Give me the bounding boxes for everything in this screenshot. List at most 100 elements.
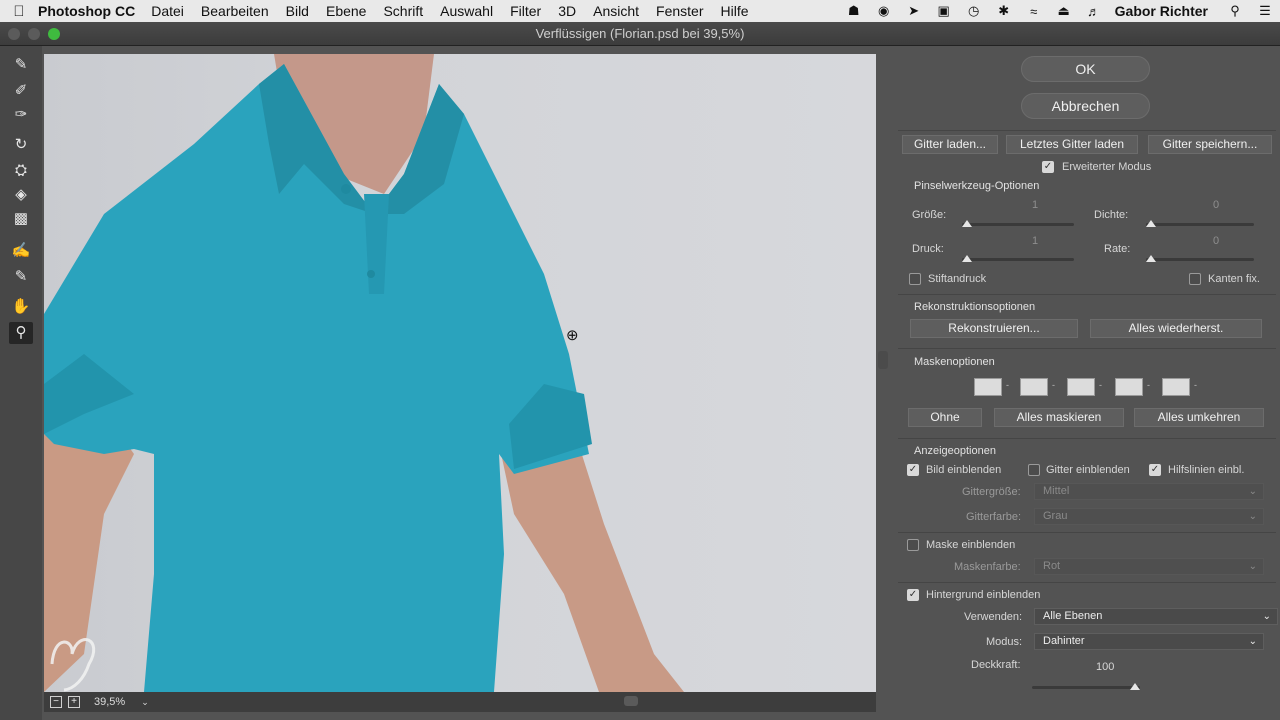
menu-filter[interactable]: Filter	[510, 3, 541, 19]
opacity-slider[interactable]	[1032, 686, 1140, 689]
density-value[interactable]: 0	[1196, 199, 1236, 211]
reconstruct-tool-icon[interactable]: ✐	[9, 80, 33, 102]
pucker-tool-icon[interactable]: ⛭	[9, 160, 33, 182]
restore-all-button[interactable]: Alles wiederherst.	[1090, 319, 1262, 338]
mask-intersect-dropdown-icon[interactable]: -	[1147, 380, 1150, 390]
vertical-scrollbar-thumb[interactable]	[878, 351, 888, 369]
rate-value[interactable]: 0	[1196, 235, 1236, 247]
invert-all-button[interactable]: Alles umkehren	[1134, 408, 1264, 427]
display-icon[interactable]: ▣	[929, 3, 959, 19]
apple-menu-icon[interactable]: 	[0, 3, 38, 20]
mask-color-value: Rot	[1043, 560, 1061, 572]
mask-subtract-dropdown-icon[interactable]: -	[1099, 380, 1102, 390]
advanced-mode-checkbox[interactable]: ✓	[1042, 161, 1054, 173]
density-slider[interactable]	[1146, 223, 1254, 226]
load-mesh-button[interactable]: Gitter laden...	[902, 135, 998, 154]
rate-slider-thumb[interactable]	[1146, 255, 1156, 262]
app-menu[interactable]: Photoshop CC	[38, 3, 135, 19]
opacity-slider-thumb[interactable]	[1130, 683, 1140, 690]
time-machine-icon[interactable]: ◷	[959, 3, 989, 19]
menu-bearbeiten[interactable]: Bearbeiten	[201, 3, 269, 19]
zoom-dropdown-icon[interactable]: ⌄	[141, 697, 149, 708]
zoom-tool-icon[interactable]: ⚲	[9, 322, 33, 344]
show-mask-checkbox[interactable]	[907, 539, 919, 551]
mode-select[interactable]: Dahinter ⌄	[1034, 633, 1264, 650]
menu-bild[interactable]: Bild	[286, 3, 309, 19]
opacity-label: Deckkraft:	[971, 659, 1021, 671]
push-left-tool-icon[interactable]: ▩	[9, 208, 33, 230]
pressure-value[interactable]: 1	[1015, 235, 1055, 247]
zoom-level[interactable]: 39,5%	[94, 696, 125, 708]
list-icon[interactable]: ☰	[1250, 3, 1280, 19]
menu-ebene[interactable]: Ebene	[326, 3, 366, 19]
size-slider[interactable]	[962, 223, 1074, 226]
menu-datei[interactable]: Datei	[151, 3, 184, 19]
window-minimize-button[interactable]	[28, 28, 40, 40]
pressure-slider[interactable]	[962, 258, 1074, 261]
chevron-down-icon: ⌄	[1248, 511, 1257, 522]
eject-icon[interactable]: ⏏	[1049, 3, 1079, 19]
mask-replace-dropdown-icon[interactable]: -	[1006, 380, 1009, 390]
load-last-mesh-button[interactable]: Letztes Gitter laden	[1006, 135, 1138, 154]
zoom-in-button[interactable]: +	[68, 696, 80, 708]
reconstruct-options-title: Rekonstruktionsoptionen	[914, 301, 1036, 313]
mask-all-button[interactable]: Alles maskieren	[994, 408, 1124, 427]
save-mesh-button[interactable]: Gitter speichern...	[1148, 135, 1272, 154]
mask-add-icon[interactable]	[1020, 378, 1048, 396]
stylus-pressure-checkbox[interactable]	[909, 273, 921, 285]
mask-subtract-icon[interactable]	[1067, 378, 1095, 396]
image-canvas[interactable]: ⊕	[44, 54, 876, 692]
search-icon[interactable]: ⚲	[1220, 3, 1250, 19]
mask-none-button[interactable]: Ohne	[908, 408, 982, 427]
smooth-tool-icon[interactable]: ✑	[9, 104, 33, 126]
menu-schrift[interactable]: Schrift	[383, 3, 423, 19]
menu-hilfe[interactable]: Hilfe	[721, 3, 749, 19]
twirl-tool-icon[interactable]: ↻	[9, 134, 33, 156]
window-titlebar: Verflüssigen (Florian.psd bei 39,5%)	[0, 22, 1280, 46]
divider	[898, 348, 1276, 349]
use-select[interactable]: Alle Ebenen ⌄	[1034, 608, 1278, 625]
freeze-mask-tool-icon[interactable]: ✍	[9, 240, 33, 262]
rate-slider[interactable]	[1146, 258, 1254, 261]
user-name[interactable]: Gabor Richter	[1115, 3, 1208, 19]
thaw-mask-tool-icon[interactable]: ✎	[9, 266, 33, 288]
liquify-toolbar: ✎ ✐ ✑ ↻ ⛭ ◈ ▩ ✍ ✎ ✋ ⚲	[0, 46, 42, 720]
menu-auswahl[interactable]: Auswahl	[440, 3, 493, 19]
show-image-label: Bild einblenden	[926, 464, 1002, 476]
volume-icon[interactable]: ♬	[1079, 4, 1109, 19]
cancel-button[interactable]: Abbrechen	[1021, 93, 1150, 119]
forward-warp-tool-icon[interactable]: ✎	[9, 54, 33, 76]
opacity-value[interactable]: 100	[1096, 661, 1114, 673]
bloat-tool-icon[interactable]: ◈	[9, 184, 33, 206]
size-value[interactable]: 1	[1015, 199, 1055, 211]
creative-cloud-icon[interactable]: ◉	[869, 3, 899, 19]
mask-invert-icon[interactable]	[1162, 378, 1190, 396]
menu-ansicht[interactable]: Ansicht	[593, 3, 639, 19]
menu-fenster[interactable]: Fenster	[656, 3, 703, 19]
size-slider-thumb[interactable]	[962, 220, 972, 227]
hand-tool-icon[interactable]: ✋	[9, 296, 33, 318]
mask-replace-icon[interactable]	[974, 378, 1002, 396]
window-zoom-button[interactable]	[48, 28, 60, 40]
horizontal-scrollbar-thumb[interactable]	[624, 696, 638, 706]
show-guides-checkbox[interactable]: ✓	[1149, 464, 1161, 476]
pin-edges-checkbox[interactable]	[1189, 273, 1201, 285]
show-mesh-checkbox[interactable]	[1028, 464, 1040, 476]
show-image-checkbox[interactable]: ✓	[907, 464, 919, 476]
zoom-out-button[interactable]: −	[50, 696, 62, 708]
use-label: Verwenden:	[964, 611, 1023, 623]
menu-3d[interactable]: 3D	[558, 3, 576, 19]
window-close-button[interactable]	[8, 28, 20, 40]
density-slider-thumb[interactable]	[1146, 220, 1156, 227]
reconstruct-button[interactable]: Rekonstruieren...	[910, 319, 1078, 338]
arrow-icon[interactable]: ➤	[899, 3, 929, 19]
show-backdrop-checkbox[interactable]: ✓	[907, 589, 919, 601]
ok-button[interactable]: OK	[1021, 56, 1150, 82]
bluetooth-icon[interactable]: ✱	[989, 3, 1019, 19]
wifi-icon[interactable]: ≈	[1019, 4, 1049, 19]
pressure-slider-thumb[interactable]	[962, 255, 972, 262]
home-icon[interactable]: ☗	[839, 3, 869, 19]
mask-invert-dropdown-icon[interactable]: -	[1194, 380, 1197, 390]
mask-intersect-icon[interactable]	[1115, 378, 1143, 396]
mask-add-dropdown-icon[interactable]: -	[1052, 380, 1055, 390]
